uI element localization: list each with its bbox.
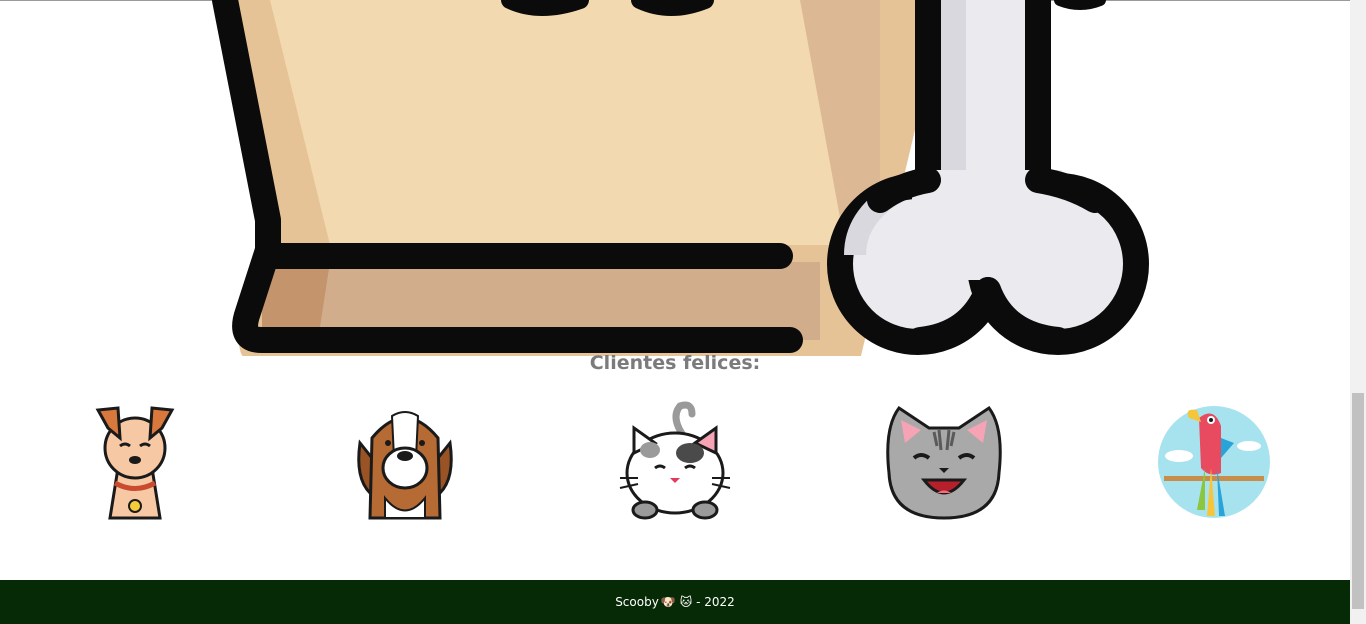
footer-brand: Scooby: [615, 595, 659, 609]
saint-bernard-icon: [357, 411, 453, 520]
client-calico-cat: [610, 398, 740, 526]
scrollbar-thumb[interactable]: [1352, 393, 1364, 609]
parrot-icon: [1158, 406, 1270, 518]
bone-biscuit-icon: [212, 0, 1149, 356]
client-saint-bernard: [340, 398, 470, 526]
cat-emoji-icon: 🐱: [679, 595, 693, 609]
tabby-cat-icon: [886, 405, 1002, 520]
vertical-scrollbar[interactable]: [1350, 0, 1366, 624]
dog-emoji-icon: 🐶: [660, 595, 676, 609]
hero-illustration: [0, 0, 1350, 356]
puppy-icon: [95, 406, 175, 520]
footer-separator: -: [692, 595, 705, 609]
client-puppy: [70, 398, 200, 526]
clients-title: Clientes felices:: [589, 352, 761, 374]
footer-year: 2022: [704, 595, 735, 609]
footer: Scooby 🐶 🐱 - 2022: [0, 580, 1350, 624]
client-tabby-cat: [879, 398, 1009, 526]
calico-cat-icon: [619, 401, 731, 520]
clients-gallery: [0, 398, 1350, 528]
client-parrot: [1149, 398, 1279, 526]
